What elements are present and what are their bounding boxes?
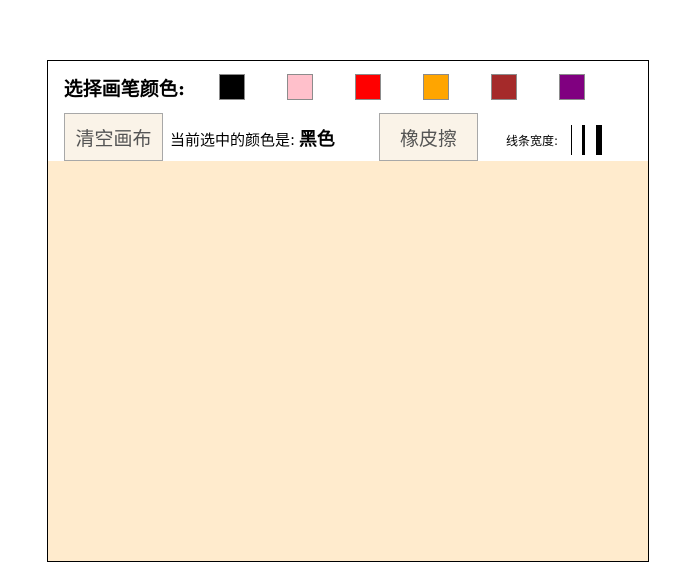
line-width-thin[interactable]: [571, 125, 572, 155]
current-color-label: 当前选中的颜色是:: [170, 131, 296, 149]
color-picker-label: 选择画笔颜色:: [64, 78, 186, 100]
swatch-orange[interactable]: [423, 74, 449, 100]
drawing-canvas[interactable]: [48, 161, 648, 561]
line-width-medium[interactable]: [582, 125, 585, 155]
current-color-value: 黑色: [299, 129, 336, 150]
swatch-red[interactable]: [355, 74, 381, 100]
line-width-label: 线条宽度:: [506, 134, 559, 148]
swatch-purple[interactable]: [559, 74, 585, 100]
line-width-thick[interactable]: [596, 125, 602, 155]
swatch-brown[interactable]: [491, 74, 517, 100]
swatch-pink[interactable]: [287, 74, 313, 100]
drawing-app-panel: 选择画笔颜色: 清空画布 当前选中的颜色是: 黑色 橡皮擦 线条宽度:: [47, 60, 649, 562]
current-color-display: 当前选中的颜色是: 黑色: [170, 125, 335, 151]
clear-canvas-button[interactable]: 清空画布: [64, 113, 163, 161]
eraser-button[interactable]: 橡皮擦: [379, 113, 478, 161]
swatch-black[interactable]: [219, 74, 245, 100]
